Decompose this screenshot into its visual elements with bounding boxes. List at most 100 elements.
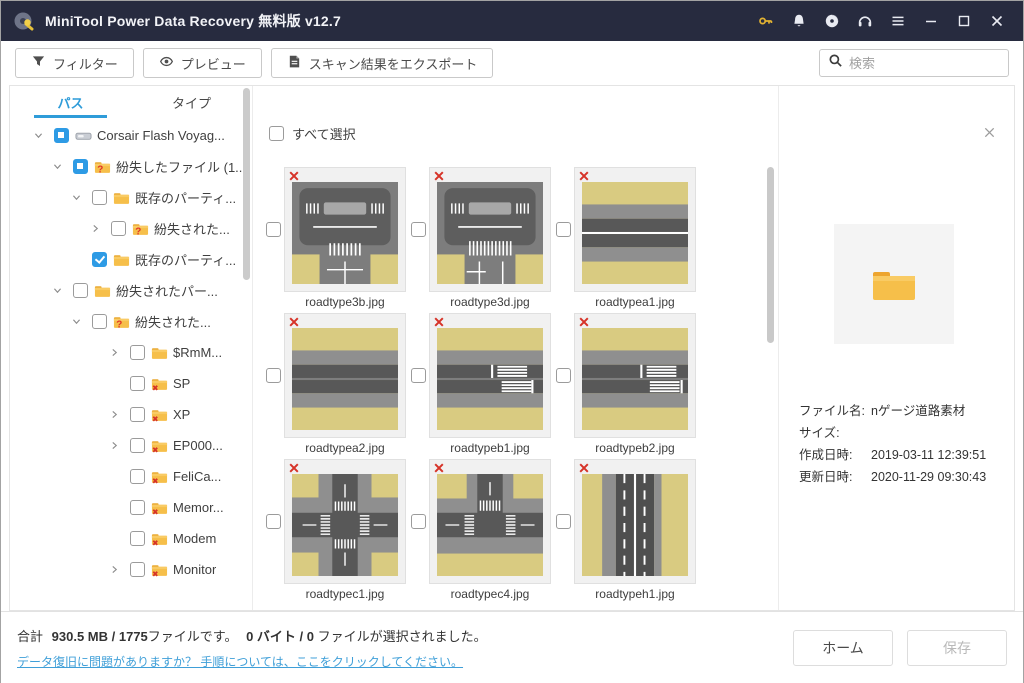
folder-big-icon (870, 264, 918, 304)
file-thumbnail[interactable] (429, 167, 551, 292)
chevron-right-icon[interactable] (109, 409, 123, 420)
tree-checkbox[interactable] (130, 469, 145, 484)
search-box[interactable] (819, 49, 1009, 77)
preview-thumbnail (834, 224, 954, 344)
selected-value: 0 バイト / 0 (246, 629, 314, 644)
file-checkbox[interactable] (266, 222, 281, 237)
chevron-down-icon[interactable] (71, 316, 85, 327)
filter-button[interactable]: フィルター (15, 48, 134, 78)
select-all-checkbox[interactable] (269, 126, 284, 141)
chevron-down-icon[interactable] (33, 130, 47, 141)
tree-item[interactable]: SP (10, 368, 252, 399)
deleted-mark-icon (434, 463, 444, 473)
tree-checkbox[interactable] (130, 438, 145, 453)
file-thumbnail[interactable] (284, 167, 406, 292)
tree-scrollbar[interactable] (243, 88, 250, 280)
file-checkbox[interactable] (556, 222, 571, 237)
tree-item[interactable]: $RmM... (10, 337, 252, 368)
chevron-down-icon[interactable] (71, 192, 85, 203)
tree-item[interactable]: Monitor (10, 554, 252, 585)
file-thumbnail[interactable] (284, 459, 406, 584)
file-thumbnail[interactable] (429, 313, 551, 438)
tree-checkbox[interactable] (130, 531, 145, 546)
tree-checkbox[interactable] (130, 345, 145, 360)
disc-icon[interactable] (824, 13, 840, 29)
tree-item[interactable]: FeliCa... (10, 461, 252, 492)
file-checkbox[interactable] (556, 368, 571, 383)
tree-item[interactable]: 紛失されたパー... (10, 275, 252, 306)
key-icon[interactable] (758, 13, 774, 29)
tree-item-label: 紛失された... (154, 219, 230, 238)
preview-close-icon[interactable] (983, 126, 996, 139)
tab-type[interactable]: タイプ (131, 86, 252, 118)
headset-icon[interactable] (857, 13, 873, 29)
total-unit: ファイルです。 (148, 629, 238, 644)
file-checkbox[interactable] (411, 222, 426, 237)
title-bar: MiniTool Power Data Recovery 無料版 v12.7 (1, 1, 1023, 41)
chevron-right-icon[interactable] (109, 347, 123, 358)
file-tile: roadtypeb2.jpg (556, 313, 701, 459)
chevron-down-icon[interactable] (52, 285, 66, 296)
tree-checkbox[interactable] (92, 252, 107, 267)
export-scan-results-button[interactable]: スキャン結果をエクスポート (271, 48, 494, 78)
file-thumbnail[interactable] (574, 167, 696, 292)
file-tile: roadtypea2.jpg (266, 313, 411, 459)
save-button[interactable]: 保存 (907, 630, 1007, 666)
home-button[interactable]: ホーム (793, 630, 893, 666)
search-input[interactable] (849, 56, 1000, 71)
app-window: MiniTool Power Data Recovery 無料版 v12.7 フ… (0, 0, 1024, 683)
folder-x-icon (151, 376, 168, 392)
file-thumbnail[interactable] (574, 313, 696, 438)
tree-checkbox[interactable] (130, 562, 145, 577)
file-name: roadtypec1.jpg (284, 584, 406, 605)
file-thumbnail[interactable] (284, 313, 406, 438)
chevron-right-icon[interactable] (90, 223, 104, 234)
tree-checkbox[interactable] (92, 314, 107, 329)
tree-item[interactable]: Modem (10, 523, 252, 554)
total-label: 合計 (17, 629, 43, 644)
file-grid-scrollbar[interactable] (767, 167, 774, 343)
tree-item[interactable]: ?紛失された... (10, 213, 252, 244)
tree-item[interactable]: EP000... (10, 430, 252, 461)
file-checkbox[interactable] (556, 514, 571, 529)
file-checkbox[interactable] (266, 368, 281, 383)
tree-item[interactable]: 既存のパーティ... (10, 244, 252, 275)
tree-item[interactable]: Corsair Flash Voyag... (10, 120, 252, 151)
tree-checkbox[interactable] (130, 500, 145, 515)
content-area: パス タイプ Corsair Flash Voyag...?紛失したファイル (… (9, 85, 1015, 611)
file-name: roadtype3d.jpg (429, 292, 551, 313)
tree-item[interactable]: 既存のパーティ... (10, 182, 252, 213)
created-date-label: 作成日時: (799, 444, 871, 466)
tab-path[interactable]: パス (10, 86, 131, 118)
file-checkbox[interactable] (266, 514, 281, 529)
maximize-icon[interactable] (956, 13, 972, 29)
tree-item[interactable]: XP (10, 399, 252, 430)
tree-item[interactable]: ?紛失したファイル (1... (10, 151, 252, 182)
filter-icon (31, 54, 46, 72)
file-thumbnail[interactable] (574, 459, 696, 584)
file-checkbox[interactable] (411, 368, 426, 383)
file-details: ファイル名: nゲージ道路素材 サイズ: 作成日時: 2019-03-11 12… (799, 400, 986, 488)
tree-checkbox[interactable] (73, 283, 88, 298)
chevron-right-icon[interactable] (109, 564, 123, 575)
preview-button[interactable]: プレビュー (143, 48, 262, 78)
tree-checkbox[interactable] (54, 128, 69, 143)
menu-icon[interactable] (890, 13, 906, 29)
tree-checkbox[interactable] (130, 407, 145, 422)
tree-checkbox[interactable] (111, 221, 126, 236)
file-checkbox[interactable] (411, 514, 426, 529)
tree-checkbox[interactable] (73, 159, 88, 174)
tree-item[interactable]: Memor... (10, 492, 252, 523)
tree-item[interactable]: ?紛失された... (10, 306, 252, 337)
tree-checkbox[interactable] (92, 190, 107, 205)
bell-icon[interactable] (791, 13, 807, 29)
file-thumbnail[interactable] (429, 459, 551, 584)
chevron-down-icon[interactable] (52, 161, 66, 172)
help-link[interactable]: データ復旧に問題がありますか？ 手順については、ここをクリックしてください。 (17, 653, 463, 670)
preview-button-label: プレビュー (181, 54, 246, 73)
tree-checkbox[interactable] (130, 376, 145, 391)
close-icon[interactable] (989, 13, 1005, 29)
deleted-mark-icon (579, 463, 589, 473)
minimize-icon[interactable] (923, 13, 939, 29)
chevron-right-icon[interactable] (109, 440, 123, 451)
